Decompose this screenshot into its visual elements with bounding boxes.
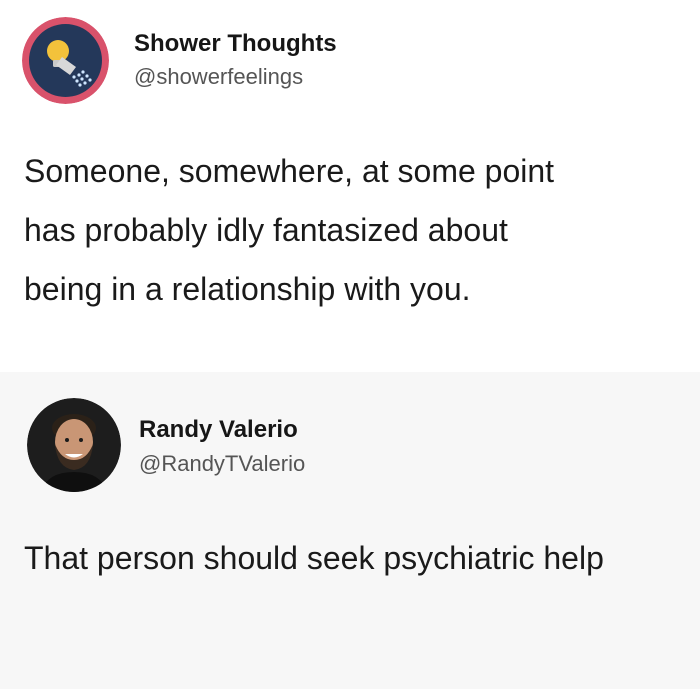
shower-head-lightbulb-icon (22, 17, 109, 104)
profile-avatar[interactable] (27, 398, 121, 492)
display-name[interactable]: Shower Thoughts (134, 30, 337, 58)
user-handle[interactable]: @RandyTValerio (139, 451, 305, 477)
tweet-text: That person should seek psychiatric help (24, 540, 604, 576)
display-name[interactable]: Randy Valerio (139, 416, 298, 444)
tweet-text: Someone, somewhere, at some point has pr… (24, 153, 555, 307)
profile-avatar[interactable] (22, 17, 109, 104)
user-photo (27, 398, 121, 492)
user-handle[interactable]: @showerfeelings (134, 64, 303, 90)
tweet-shower-thoughts[interactable]: Shower Thoughts @showerfeelings Someone,… (0, 0, 700, 372)
